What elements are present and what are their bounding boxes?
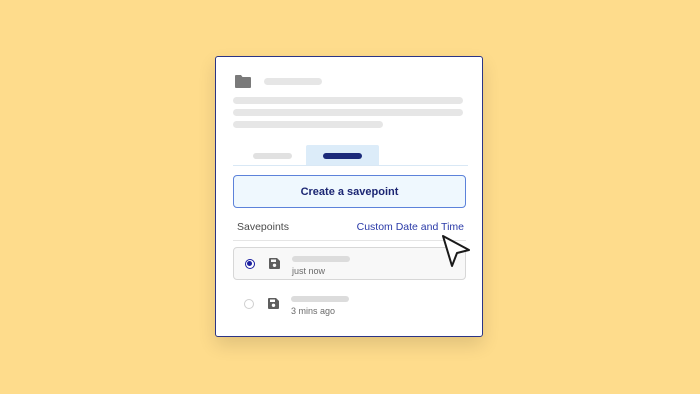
- savepoint-radio[interactable]: [244, 299, 254, 309]
- tab-inactive[interactable]: [253, 153, 292, 159]
- divider: [233, 240, 466, 241]
- savepoints-label: Savepoints: [237, 221, 289, 233]
- custom-date-time-link[interactable]: Custom Date and Time: [357, 221, 464, 233]
- tabs-underline: [233, 165, 468, 166]
- text-placeholder-line: [233, 121, 383, 128]
- savepoint-row[interactable]: just now: [233, 247, 466, 280]
- title-placeholder: [264, 78, 322, 85]
- savepoint-time: 3 mins ago: [291, 306, 336, 316]
- save-icon: [268, 298, 279, 309]
- text-placeholder-line: [233, 97, 463, 104]
- create-savepoint-button[interactable]: Create a savepoint: [233, 175, 466, 208]
- savepoints-panel: Create a savepoint Savepoints Custom Dat…: [215, 56, 483, 337]
- text-placeholder-line: [233, 109, 463, 116]
- savepoint-name-placeholder: [291, 296, 349, 302]
- savepoint-row[interactable]: 3 mins ago: [233, 288, 466, 321]
- tab-active-label-placeholder: [323, 153, 362, 159]
- tab-active[interactable]: [306, 145, 379, 166]
- savepoint-time: just now: [292, 266, 326, 276]
- cursor-arrow-icon: [442, 235, 470, 267]
- savepoint-name-placeholder: [292, 256, 350, 262]
- savepoint-radio-selected[interactable]: [245, 259, 255, 269]
- folder-icon: [235, 75, 251, 88]
- save-icon: [269, 258, 280, 269]
